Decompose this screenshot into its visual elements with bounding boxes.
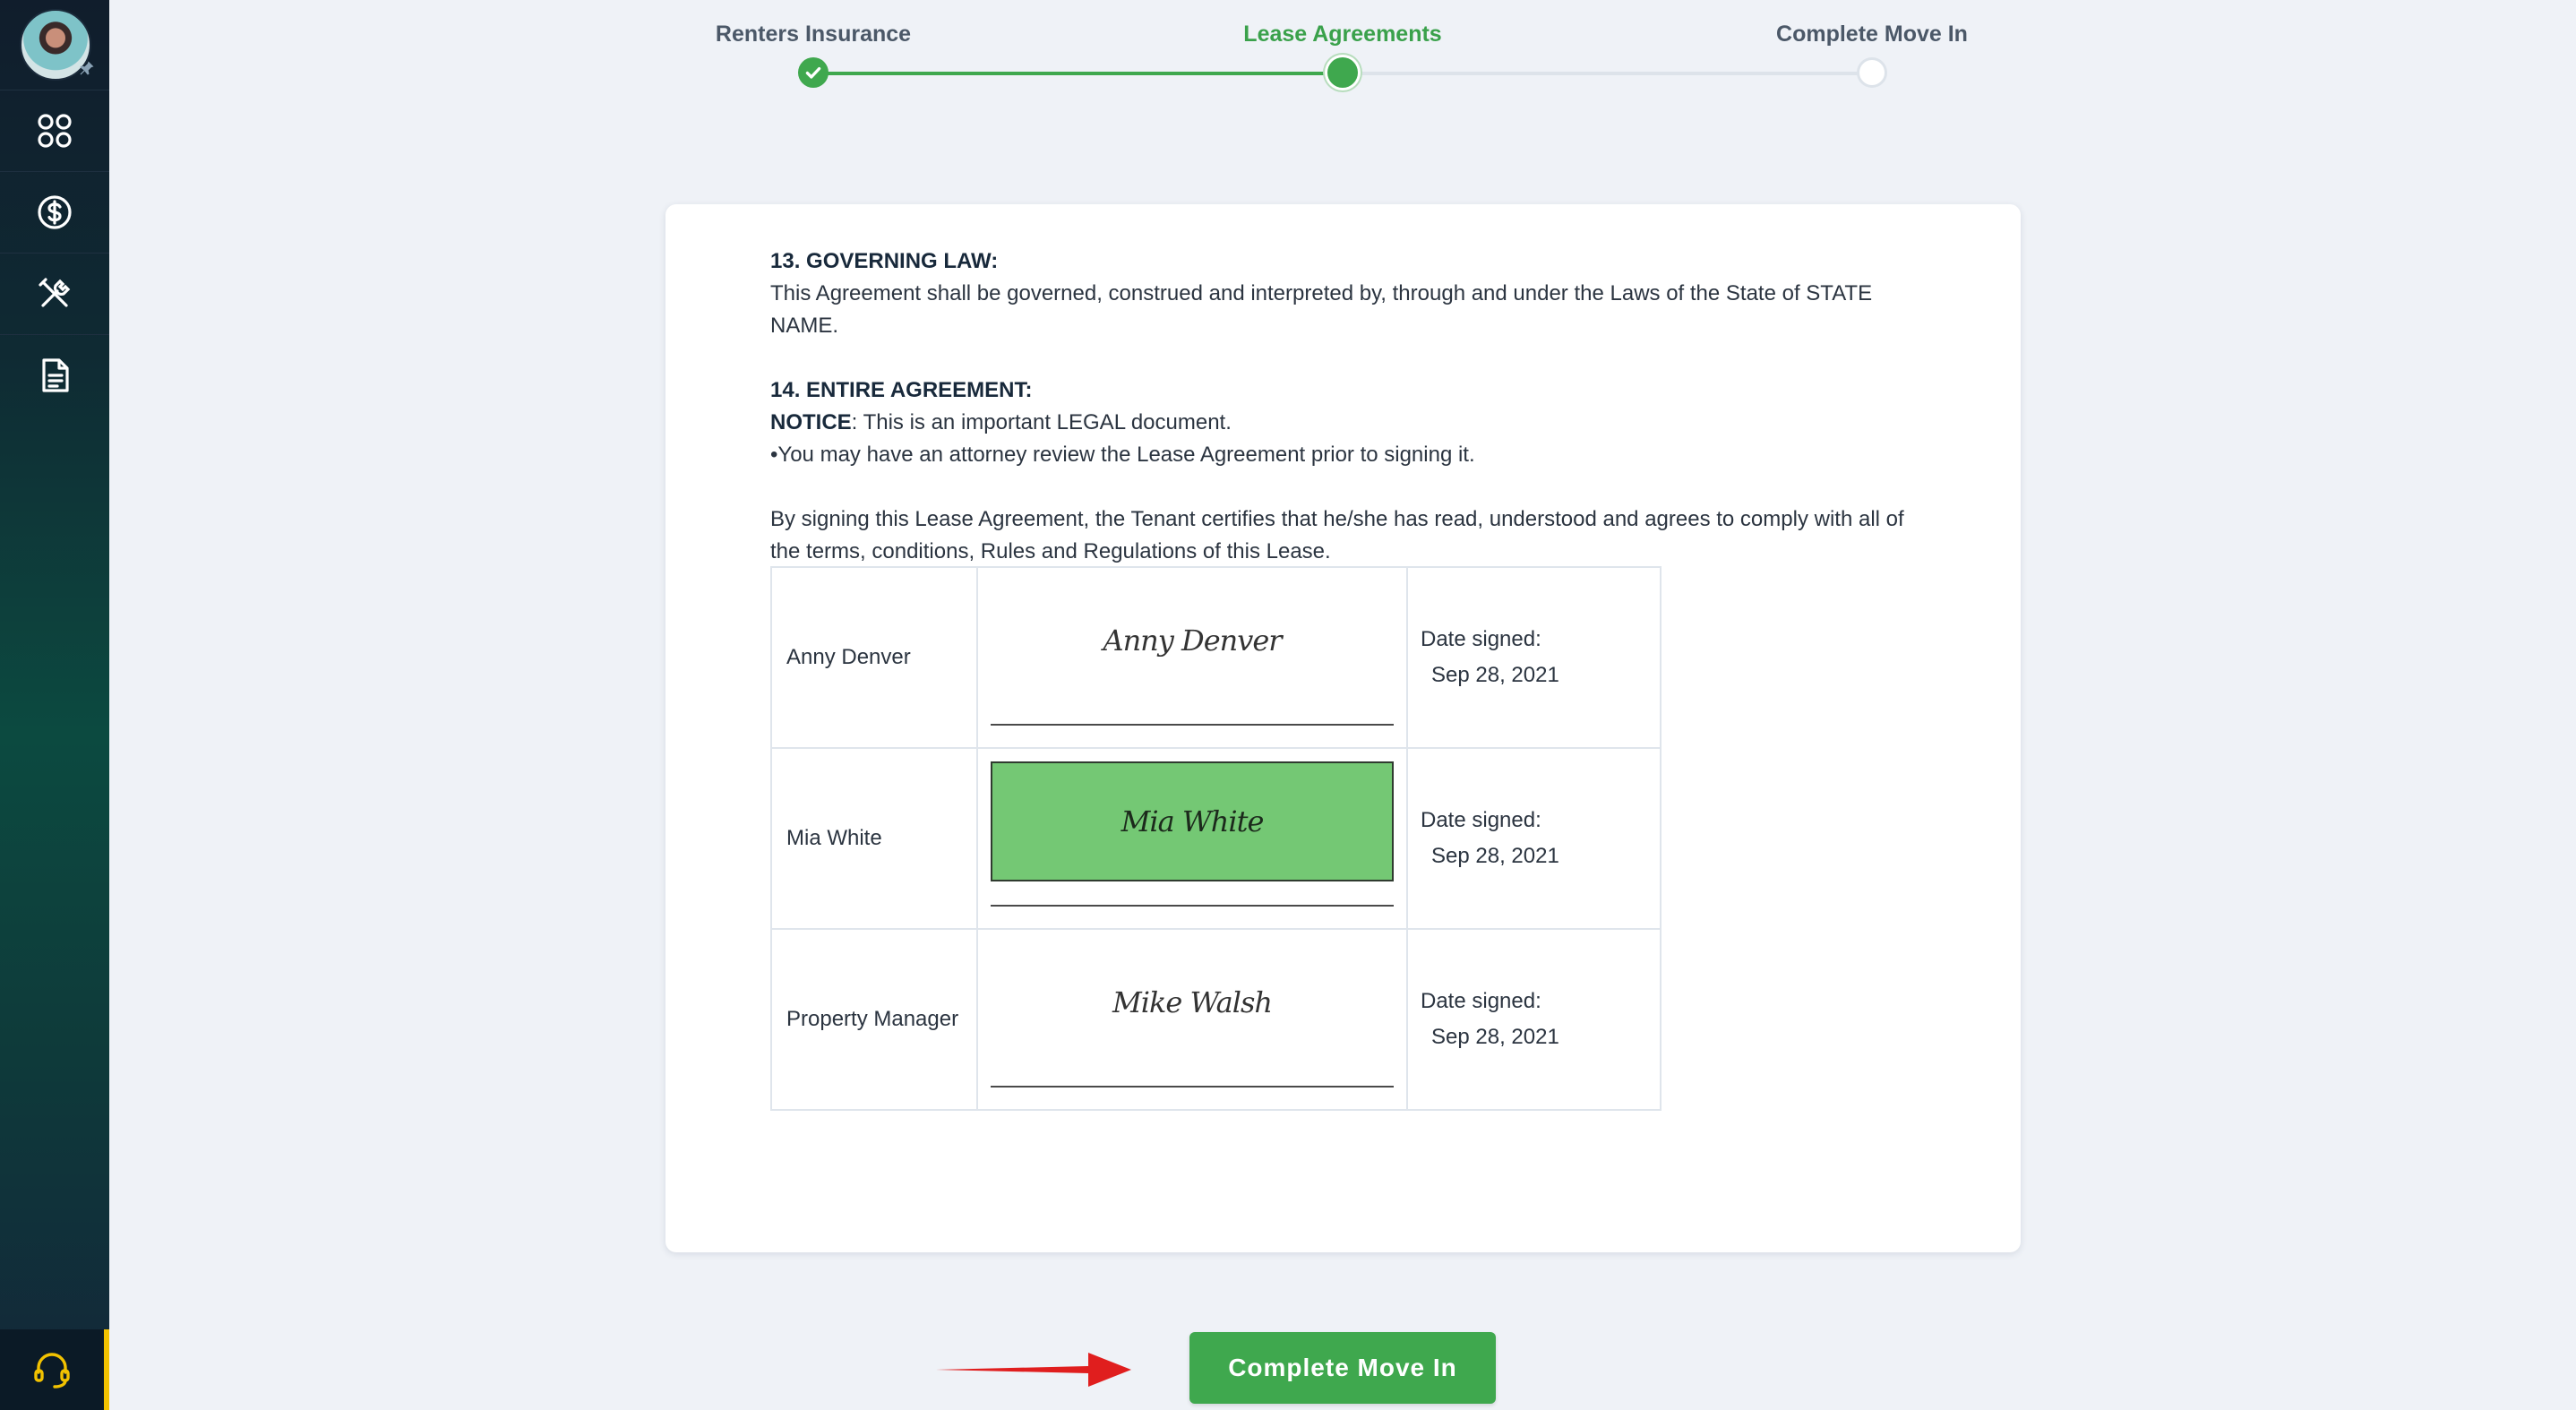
complete-move-in-button[interactable]: Complete Move In [1189,1332,1496,1404]
support-button[interactable] [0,1329,109,1410]
signer-name: Anny Denver [770,566,978,749]
sidebar-item-documents[interactable] [0,334,109,415]
section-14-title: 14. ENTIRE AGREEMENT: [770,378,1033,402]
date-signed-label: Date signed: [1421,808,1541,832]
lease-document-text: 13. GOVERNING LAW: This Agreement shall … [770,245,1926,568]
sidebar-item-dashboard[interactable] [0,90,109,170]
signature-cell: Mike Walsh [976,928,1408,1111]
headset-icon [34,1353,70,1389]
tools-icon [39,277,71,307]
notice-label: NOTICE [770,410,852,434]
dollar-circle-icon [38,194,72,229]
notice-text: : This is an important LEGAL document. [851,410,1232,434]
progress-stepper: Renters Insurance Lease Agreements Compl… [627,0,2006,99]
lease-agreement-card: 13. GOVERNING LAW: This Agreement shall … [665,204,2021,1252]
date-signed-cell: Date signed: Sep 28, 2021 [1406,566,1662,749]
date-signed-value: Sep 28, 2021 [1431,663,1559,687]
step-label-complete-move-in[interactable]: Complete Move In [1776,21,1968,47]
step-label-renters-insurance[interactable]: Renters Insurance [716,21,911,47]
signature-line [991,1086,1394,1088]
date-signed-label: Date signed: [1421,627,1541,651]
signature-field-active[interactable]: Mia White [991,761,1394,881]
apps-grid-icon [38,113,72,148]
step-pending-dot [1857,57,1887,88]
step-current-dot [1327,57,1358,88]
signer-name: Mia White [770,747,978,930]
date-signed-cell: Date signed: Sep 28, 2021 [1406,928,1662,1111]
sidebar-item-maintenance[interactable] [0,253,109,333]
date-signed-cell: Date signed: Sep 28, 2021 [1406,747,1662,930]
signature-line [991,905,1394,907]
signer-name: Property Manager [770,928,978,1111]
red-arrow-annotation [936,1353,1131,1387]
pin-icon[interactable] [77,59,97,79]
step-complete-check-icon [798,57,829,88]
notice-line: NOTICE: This is an important LEGAL docum… [770,407,1926,439]
step-connector-done [812,72,1344,75]
table-row: Anny Denver Anny Denver Date signed: Sep… [770,566,1662,749]
document-icon [42,357,69,392]
table-row: Property Manager Mike Walsh Date signed:… [770,928,1662,1111]
signature-cell: Anny Denver [976,566,1408,749]
signature-image: Anny Denver [1103,623,1282,658]
table-row: Mia White Mia White Date signed: Sep 28,… [770,747,1662,930]
sidebar [0,0,109,1410]
section-13-body: This Agreement shall be governed, constr… [770,281,1873,338]
signature-table: Anny Denver Anny Denver Date signed: Sep… [770,566,1662,1111]
date-signed-label: Date signed: [1421,989,1541,1013]
signature-line [991,724,1394,726]
signature-image: Mike Walsh [1112,985,1273,1019]
step-connector-pending [1344,72,1872,75]
sidebar-item-payments[interactable] [0,171,109,252]
step-label-lease-agreements[interactable]: Lease Agreements [1243,21,1441,47]
attorney-note: •You may have an attorney review the Lea… [770,443,1475,467]
certification-text: By signing this Lease Agreement, the Ten… [770,507,1904,563]
signature-cell[interactable]: Mia White [976,747,1408,930]
date-signed-value: Sep 28, 2021 [1431,844,1559,868]
section-13-title: 13. GOVERNING LAW: [770,249,999,273]
date-signed-value: Sep 28, 2021 [1431,1025,1559,1049]
user-avatar-container[interactable] [20,9,94,81]
